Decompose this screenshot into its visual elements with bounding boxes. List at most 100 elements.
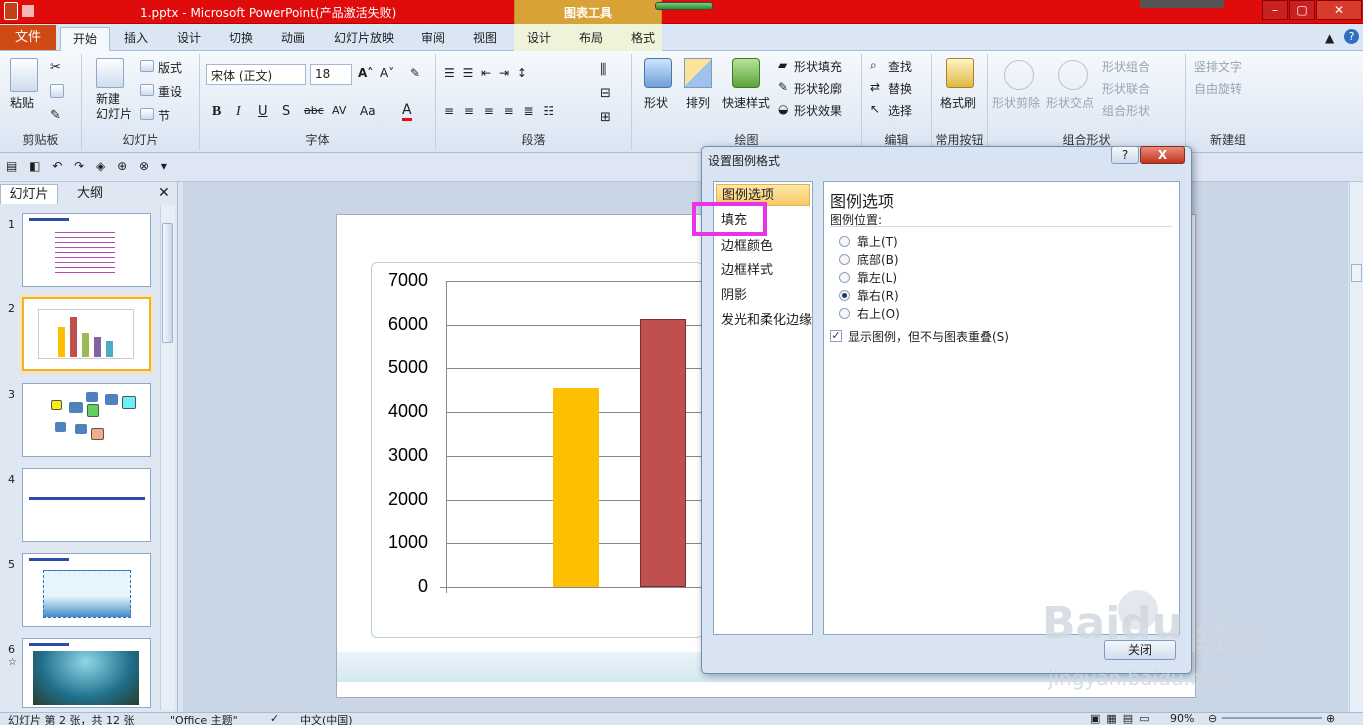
radio-right[interactable]: [839, 290, 850, 301]
char-spacing-icon[interactable]: AV: [332, 104, 346, 117]
find-button[interactable]: 查找: [888, 58, 912, 75]
maximize-button[interactable]: ▢: [1289, 0, 1315, 20]
tab-animations[interactable]: 动画: [272, 27, 314, 51]
paste-button[interactable]: 粘贴: [10, 94, 34, 111]
shape-union-button[interactable]: 形状组合: [1102, 58, 1150, 75]
close-panel-icon[interactable]: ✕: [158, 185, 170, 201]
grow-font-icon[interactable]: A˄: [358, 66, 373, 80]
radio-bottom[interactable]: [839, 254, 850, 265]
spellcheck-icon[interactable]: ✓: [270, 712, 279, 725]
quick-styles-button[interactable]: 快速样式: [722, 94, 770, 111]
chart-bar[interactable]: [553, 388, 599, 587]
slide-thumbnail-6[interactable]: [22, 638, 151, 708]
save-icon[interactable]: [22, 5, 34, 17]
strikethrough-icon[interactable]: abc: [304, 104, 324, 117]
smartart-icon[interactable]: ⊞: [600, 110, 611, 125]
reset-button[interactable]: 重设: [158, 83, 182, 100]
select-button[interactable]: 选择: [888, 102, 912, 119]
tab-insert[interactable]: 插入: [115, 27, 157, 51]
radio-left[interactable]: [839, 272, 850, 283]
help-icon[interactable]: ?: [1344, 29, 1359, 44]
tab-transitions[interactable]: 切换: [220, 27, 262, 51]
text-direction-icon[interactable]: ⫼: [600, 62, 606, 78]
cut-icon[interactable]: ✂: [50, 60, 61, 75]
font-name-combo[interactable]: 宋体 (正文): [206, 64, 306, 85]
clear-format-icon[interactable]: ✎: [410, 66, 420, 80]
view-buttons-icons[interactable]: ▣▦▤▭: [1090, 712, 1156, 725]
slide-panel-scrollbar[interactable]: [160, 205, 175, 710]
powerpoint-logo-icon[interactable]: [4, 2, 18, 20]
shape-outline-button[interactable]: 形状轮廓: [794, 80, 842, 97]
nav-border-color[interactable]: 边框颜色: [716, 236, 810, 258]
tab-chart-format[interactable]: 格式: [622, 27, 664, 51]
tab-slideshow[interactable]: 幻灯片放映: [326, 27, 402, 51]
dialog-help-button[interactable]: ?: [1111, 146, 1139, 164]
new-slide-icon[interactable]: [96, 58, 124, 88]
align-icons[interactable]: ≡ ≡ ≡ ≡ ≣ ☷: [444, 104, 557, 118]
slide-thumbnail-2[interactable]: [22, 297, 151, 371]
format-painter-small-icon[interactable]: ✎: [50, 108, 61, 123]
nav-border-style[interactable]: 边框样式: [716, 260, 810, 282]
format-painter-button[interactable]: 格式刷: [940, 94, 976, 111]
zoom-in-icon[interactable]: ⊕: [1326, 712, 1335, 725]
slide-thumbnail-1[interactable]: [22, 213, 151, 287]
shape-fill-button[interactable]: 形状填充: [794, 58, 842, 75]
tab-home[interactable]: 开始: [60, 27, 110, 51]
layout-button[interactable]: 版式: [158, 59, 182, 76]
quick-styles-icon[interactable]: [732, 58, 760, 88]
shape-effects-button[interactable]: 形状效果: [794, 102, 842, 119]
underline-icon[interactable]: U: [258, 104, 268, 119]
minimize-ribbon-icon[interactable]: ▲: [1325, 31, 1334, 45]
scroll-thumb[interactable]: [1351, 264, 1362, 282]
scroll-thumb[interactable]: [162, 223, 173, 343]
tab-slides-panel[interactable]: 幻灯片: [0, 184, 58, 204]
tab-review[interactable]: 审阅: [412, 27, 454, 51]
canvas-scrollbar[interactable]: [1349, 182, 1363, 712]
tab-chart-design[interactable]: 设计: [518, 27, 560, 51]
italic-icon[interactable]: I: [236, 104, 241, 120]
bold-icon[interactable]: B: [212, 104, 221, 120]
free-rotate-button[interactable]: 自由旋转: [1194, 80, 1242, 97]
language[interactable]: 中文(中国): [300, 712, 353, 725]
slide-thumbnail-3[interactable]: [22, 383, 151, 457]
font-color-icon[interactable]: A: [402, 102, 412, 121]
zoom-slider[interactable]: [1222, 717, 1322, 719]
new-slide-button[interactable]: 新建 幻灯片: [96, 92, 132, 122]
align-text-icon[interactable]: ⊟: [600, 86, 611, 101]
slide-thumbnail-5[interactable]: [22, 553, 151, 627]
minimize-button[interactable]: –: [1262, 0, 1288, 20]
radio-top[interactable]: [839, 236, 850, 247]
zoom-level[interactable]: 90%: [1170, 712, 1194, 725]
shape-subtract-button[interactable]: 形状剪除: [992, 94, 1040, 111]
brush-icon[interactable]: [946, 58, 974, 88]
tab-view[interactable]: 视图: [464, 27, 506, 51]
shadow-icon[interactable]: S: [282, 104, 290, 119]
vertical-text-button[interactable]: 竖排文字: [1194, 58, 1242, 75]
shape-intersect-button[interactable]: 形状交点: [1046, 94, 1094, 111]
copy-icon[interactable]: [50, 84, 64, 98]
shapes-button[interactable]: 形状: [644, 94, 668, 111]
arrange-button[interactable]: 排列: [686, 94, 710, 111]
shrink-font-icon[interactable]: A˅: [380, 66, 394, 80]
close-window-button[interactable]: ✕: [1316, 0, 1362, 20]
tab-outline-panel[interactable]: 大纲: [60, 184, 120, 204]
arrange-icon[interactable]: [684, 58, 712, 88]
radio-top-right[interactable]: [839, 308, 850, 319]
change-case-icon[interactable]: Aa: [360, 104, 376, 118]
font-size-combo[interactable]: 18: [310, 64, 352, 85]
tab-chart-layout[interactable]: 布局: [570, 27, 612, 51]
dialog-close-x-button[interactable]: X: [1140, 146, 1185, 164]
paste-icon[interactable]: [10, 58, 38, 92]
replace-button[interactable]: 替换: [888, 80, 912, 97]
tab-design[interactable]: 设计: [168, 27, 210, 51]
group-shapes-button[interactable]: 组合形状: [1102, 102, 1150, 119]
chart-bar[interactable]: [640, 319, 686, 587]
shape-merge-button[interactable]: 形状联合: [1102, 80, 1150, 97]
section-button[interactable]: 节: [158, 107, 170, 124]
nav-shadow[interactable]: 阴影: [716, 285, 810, 307]
no-overlap-checkbox[interactable]: ✓: [830, 330, 842, 342]
tab-file[interactable]: 文件: [0, 25, 56, 50]
bullets-icon[interactable]: ☰ ☰ ⇤ ⇥ ↕: [444, 66, 529, 80]
qat-icons[interactable]: ▤ ◧ ↶ ↷ ◈ ⊕ ⊗ ▾: [6, 159, 171, 173]
slide-thumbnail-4[interactable]: [22, 468, 151, 542]
